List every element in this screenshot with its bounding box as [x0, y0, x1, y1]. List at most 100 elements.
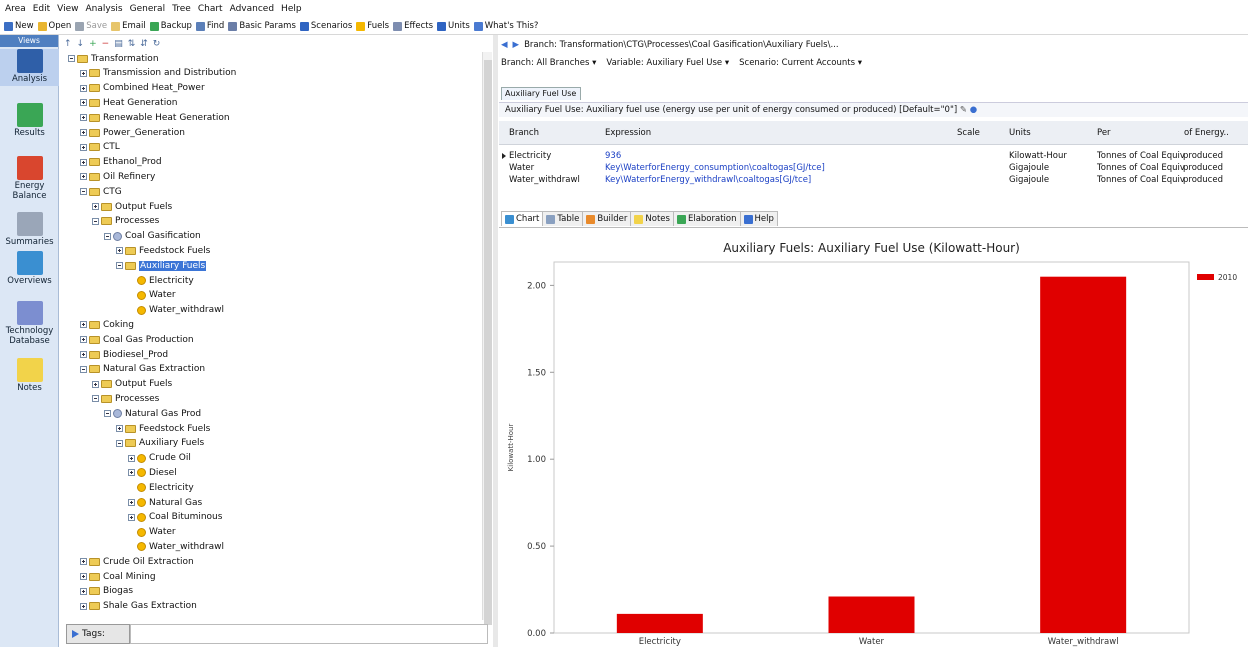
expand-toggle-icon[interactable] — [92, 203, 99, 210]
what-s-this-button[interactable]: What's This? — [473, 21, 538, 31]
tree-node[interactable]: Transformation — [68, 52, 159, 65]
collapse-toggle-icon[interactable] — [80, 188, 87, 196]
expand-toggle-icon[interactable] — [80, 69, 87, 77]
tree-node[interactable]: Power_Generation — [80, 126, 185, 139]
view-analysis[interactable]: Analysis — [0, 49, 59, 86]
remove-branch-icon[interactable]: − — [102, 39, 110, 49]
expand-toggle-icon[interactable] — [128, 513, 135, 521]
tree-node[interactable]: Renewable Heat Generation — [80, 111, 230, 124]
collapse-toggle-icon[interactable] — [68, 55, 75, 62]
expand-toggle-icon[interactable] — [80, 173, 87, 181]
collapse-toggle-icon[interactable] — [116, 439, 123, 447]
tags-input[interactable] — [130, 624, 488, 644]
column-header[interactable]: Per — [1097, 128, 1111, 138]
cell-expression[interactable]: 936 — [605, 151, 621, 161]
tree-node[interactable]: Processes — [92, 392, 159, 405]
basic-params-button[interactable]: Basic Params — [228, 21, 296, 31]
expand-toggle-icon[interactable] — [128, 454, 135, 462]
effects-button[interactable]: Effects — [393, 21, 433, 31]
backup-button[interactable]: Backup — [149, 21, 192, 31]
expand-toggle-icon[interactable] — [116, 247, 123, 255]
bar-water[interactable] — [828, 596, 915, 634]
expand-toggle-icon[interactable] — [80, 321, 87, 329]
table-row[interactable]: Water_withdrawl Key\WaterforEnergy_withdr… — [499, 175, 1248, 187]
tree-node[interactable]: Electricity — [128, 274, 194, 287]
view-results[interactable]: Results — [0, 103, 59, 138]
new-button[interactable]: New — [4, 21, 34, 31]
bar-electricity[interactable] — [616, 613, 703, 633]
tree-node[interactable]: CTG — [80, 185, 122, 198]
column-header[interactable]: Units — [1009, 128, 1031, 138]
expand-toggle-icon[interactable] — [80, 84, 87, 92]
tree-node[interactable]: Feedstock Fuels — [116, 422, 210, 435]
tree-node[interactable]: Crude Oil Extraction — [80, 555, 194, 568]
tree-node[interactable]: Combined Heat_Power — [80, 82, 205, 95]
expand-toggle-icon[interactable] — [80, 558, 87, 566]
save-button[interactable]: Save — [75, 21, 107, 31]
tab-notes[interactable]: Notes — [630, 211, 674, 226]
expand-toggle-icon[interactable] — [80, 587, 87, 595]
tree-node[interactable]: Crude Oil — [128, 452, 191, 465]
tree-node[interactable]: Natural Gas Extraction — [80, 363, 205, 376]
table-row[interactable]: Electricity 936 Kilowatt-Hour Tonnes of Coa… — [499, 151, 1248, 163]
open-button[interactable]: Open — [37, 21, 71, 31]
variable-tab[interactable]: Auxiliary Fuel Use — [501, 87, 581, 100]
tree-node[interactable]: Ethanol_Prod — [80, 156, 162, 169]
collapse-toggle-icon[interactable] — [116, 262, 123, 270]
sort-icon[interactable]: ⇵ — [140, 39, 148, 49]
move-down-icon[interactable]: ↓ — [77, 39, 85, 49]
tree-node[interactable]: Water — [128, 526, 176, 539]
menu-general[interactable]: General — [130, 4, 165, 14]
menu-edit[interactable]: Edit — [33, 4, 50, 14]
expand-toggle-icon[interactable] — [128, 469, 135, 477]
tree-node[interactable]: Electricity — [128, 481, 194, 494]
collapse-toggle-icon[interactable] — [92, 395, 99, 403]
bar-water_withdrawl[interactable] — [1040, 276, 1127, 633]
find-button[interactable]: Find — [195, 21, 224, 31]
branch-filter[interactable]: Branch: All Branches ▾ — [501, 58, 596, 68]
tags-button[interactable]: Tags: — [66, 624, 130, 644]
collapse-toggle-icon[interactable] — [104, 232, 111, 240]
tree-node[interactable]: Natural Gas Prod — [104, 407, 201, 420]
menu-analysis[interactable]: Analysis — [86, 4, 123, 14]
tree-node[interactable]: Biodiesel_Prod — [80, 348, 168, 361]
expand-toggle-icon[interactable] — [80, 129, 87, 136]
tree-node[interactable]: Shale Gas Extraction — [80, 600, 197, 613]
nav-forward-icon[interactable]: ▶ — [513, 40, 520, 50]
expand-toggle-icon[interactable] — [80, 143, 87, 151]
nav-back-icon[interactable]: ◀ — [501, 40, 508, 50]
expand-icon[interactable]: ⇅ — [128, 39, 136, 49]
tree-node[interactable]: CTL — [80, 141, 120, 154]
menu-help[interactable]: Help — [281, 4, 302, 14]
tab-elaboration[interactable]: Elaboration — [672, 211, 741, 226]
units-button[interactable]: Units — [437, 21, 470, 31]
tree-node[interactable]: Coking — [80, 318, 134, 331]
view-overviews[interactable]: Overviews — [0, 251, 59, 286]
tab-builder[interactable]: Builder — [582, 211, 632, 226]
scenario-filter[interactable]: Scenario: Current Accounts ▾ — [739, 58, 862, 68]
tree-node[interactable]: Coal Mining — [80, 570, 156, 583]
view-energy-balance[interactable]: Energy Balance — [0, 156, 59, 201]
tree-node[interactable]: Water_withdrawl — [128, 304, 224, 317]
tree-node[interactable]: Output Fuels — [92, 378, 172, 391]
tree-node[interactable]: Water — [128, 289, 176, 302]
menu-view[interactable]: View — [57, 4, 78, 14]
add-branch-icon[interactable]: + — [89, 39, 97, 49]
expand-toggle-icon[interactable] — [128, 499, 135, 506]
tab-help[interactable]: Help — [739, 211, 778, 226]
column-header[interactable]: of Energy.. — [1184, 128, 1229, 138]
collapse-toggle-icon[interactable] — [104, 410, 111, 418]
tree-node[interactable]: Coal Gasification — [104, 230, 201, 243]
tree-scrollbar-thumb[interactable] — [484, 60, 492, 625]
column-header[interactable]: Expression — [605, 128, 651, 138]
view-notes[interactable]: Notes — [0, 358, 59, 393]
expand-toggle-icon[interactable] — [80, 114, 87, 122]
email-button[interactable]: Email — [111, 21, 146, 31]
tree-node[interactable]: Auxiliary Fuels — [116, 259, 207, 272]
collapse-toggle-icon[interactable] — [92, 217, 99, 225]
tree-node[interactable]: Output Fuels — [92, 200, 172, 213]
pane-splitter[interactable] — [493, 35, 498, 647]
cell-expression[interactable]: Key\WaterforEnergy_consumption\coaltogas… — [605, 163, 825, 173]
collapse-toggle-icon[interactable] — [80, 365, 87, 373]
column-header[interactable]: Scale — [957, 128, 980, 138]
